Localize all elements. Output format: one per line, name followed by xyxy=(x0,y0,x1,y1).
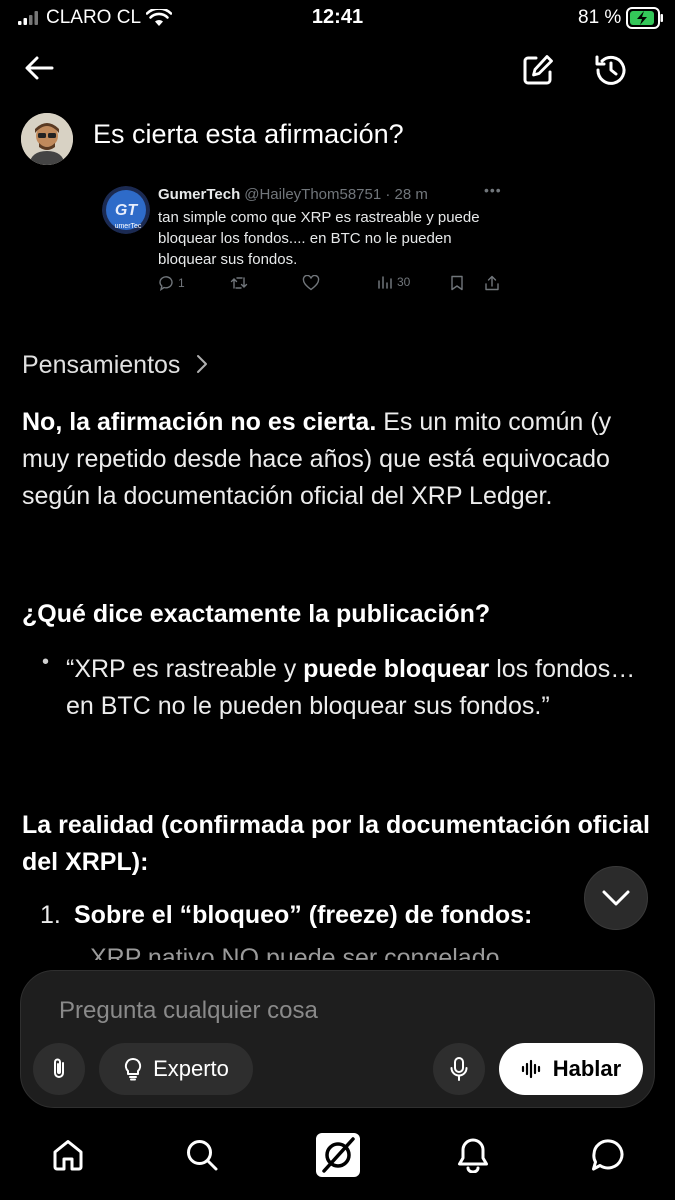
clock: 12:41 xyxy=(311,6,364,28)
tweet-share[interactable] xyxy=(484,275,500,291)
nav-notifications[interactable] xyxy=(451,1133,495,1177)
notifications-icon xyxy=(458,1138,488,1173)
user-avatar[interactable] xyxy=(21,113,73,165)
tweet-retweet[interactable] xyxy=(230,275,248,291)
response-intro-bold: No, la afirmación no es cierta. xyxy=(22,408,377,436)
attach-button[interactable] xyxy=(33,1043,85,1095)
tweet-actions: 1 30 xyxy=(158,275,503,295)
thoughts-label: Pensamientos xyxy=(22,351,181,379)
chat-title: Es cierta esta afirmación? xyxy=(93,119,404,149)
list-item-freeze: Sobre el “bloqueo” (freeze) de fondos: xyxy=(74,897,532,934)
messages-icon xyxy=(592,1139,624,1171)
soundwave-icon xyxy=(521,1059,540,1079)
reply-icon xyxy=(159,276,173,291)
nav-grok[interactable] xyxy=(316,1133,360,1177)
quote-bullet: “XRP es rastreable y puede bloquear los … xyxy=(66,651,641,725)
chevron-down-icon xyxy=(602,890,630,906)
tweet-avatar-logo-subtext: umerTec xyxy=(115,223,142,230)
cutoff-text: XRP nativo NO puede ser congelado xyxy=(90,944,500,960)
tweet-reply-count: 1 xyxy=(178,276,185,290)
tweet-view-count: 30 xyxy=(397,275,411,289)
retweet-icon xyxy=(230,277,248,289)
home-icon xyxy=(53,1140,83,1171)
list-item-freeze-bold: Sobre el “bloqueo” (freeze) de fondos: xyxy=(74,901,533,929)
composer: Pregunta cualquier cosa Experto Hablar xyxy=(20,970,655,1108)
tweet-author-name: GumerTech xyxy=(158,186,241,203)
speak-button[interactable]: Hablar xyxy=(499,1043,643,1095)
new-chat-button[interactable] xyxy=(516,48,560,92)
chevron-right-icon xyxy=(197,355,208,373)
grok-icon xyxy=(316,1133,360,1177)
tweet-handle: @HaileyThom58751 · 28 m xyxy=(244,186,428,203)
tweet-bookmark[interactable] xyxy=(450,275,464,291)
arrow-left-icon xyxy=(25,56,54,80)
speak-label: Hablar xyxy=(552,1056,622,1081)
scroll-down-button[interactable] xyxy=(584,866,648,930)
back-button[interactable] xyxy=(17,46,61,90)
tweet-text: tan simple como que XRP es rastreable y … xyxy=(158,209,480,268)
voice-input-button[interactable] xyxy=(433,1043,485,1095)
mode-label: Experto xyxy=(153,1056,229,1081)
tweet-like[interactable] xyxy=(302,275,320,291)
mode-selector[interactable]: Experto xyxy=(99,1043,253,1095)
heading-publication: ¿Qué dice exactamente la publicación? xyxy=(22,600,491,628)
list-number: 1. xyxy=(40,901,61,929)
tweet-reply[interactable]: 1 xyxy=(158,275,185,291)
bullet-marker: • xyxy=(42,651,50,673)
lightbulb-icon xyxy=(125,1057,142,1081)
tweet-avatar-logo-text: GT xyxy=(115,202,138,219)
nav-home[interactable] xyxy=(46,1133,90,1177)
heart-icon xyxy=(302,275,320,291)
battery-percent: 81 % xyxy=(578,7,622,28)
quote-text-1: “XRP es rastreable y xyxy=(66,655,304,683)
history-icon xyxy=(595,55,626,85)
status-bar: CLARO CL 12:41 81 % xyxy=(0,0,675,36)
heading-reality: La realidad (confirmada por la documenta… xyxy=(22,811,650,876)
search-icon xyxy=(187,1140,218,1171)
ask-input[interactable]: Pregunta cualquier cosa xyxy=(59,997,318,1025)
views-icon xyxy=(378,276,392,289)
bookmark-icon xyxy=(451,275,463,291)
compose-icon xyxy=(523,55,553,85)
thoughts-toggle[interactable]: Pensamientos xyxy=(22,351,209,380)
history-button[interactable] xyxy=(589,48,633,92)
nav-search[interactable] xyxy=(180,1133,224,1177)
tweet-author-avatar: GT umerTec xyxy=(102,186,150,234)
microphone-icon xyxy=(450,1057,468,1081)
tweet-author: GumerTech @HaileyThom58751 · 28 m xyxy=(158,186,428,203)
response-intro: No, la afirmación no es cierta. Es un mi… xyxy=(22,404,652,515)
tweet-views[interactable]: 30 xyxy=(377,275,410,289)
tweet-more-icon[interactable]: ••• xyxy=(484,182,502,198)
paperclip-icon xyxy=(54,1058,64,1078)
share-icon xyxy=(485,275,499,291)
nav-messages[interactable] xyxy=(586,1133,630,1177)
battery-icon xyxy=(626,7,664,34)
quote-bold: puede bloquear xyxy=(303,655,490,683)
